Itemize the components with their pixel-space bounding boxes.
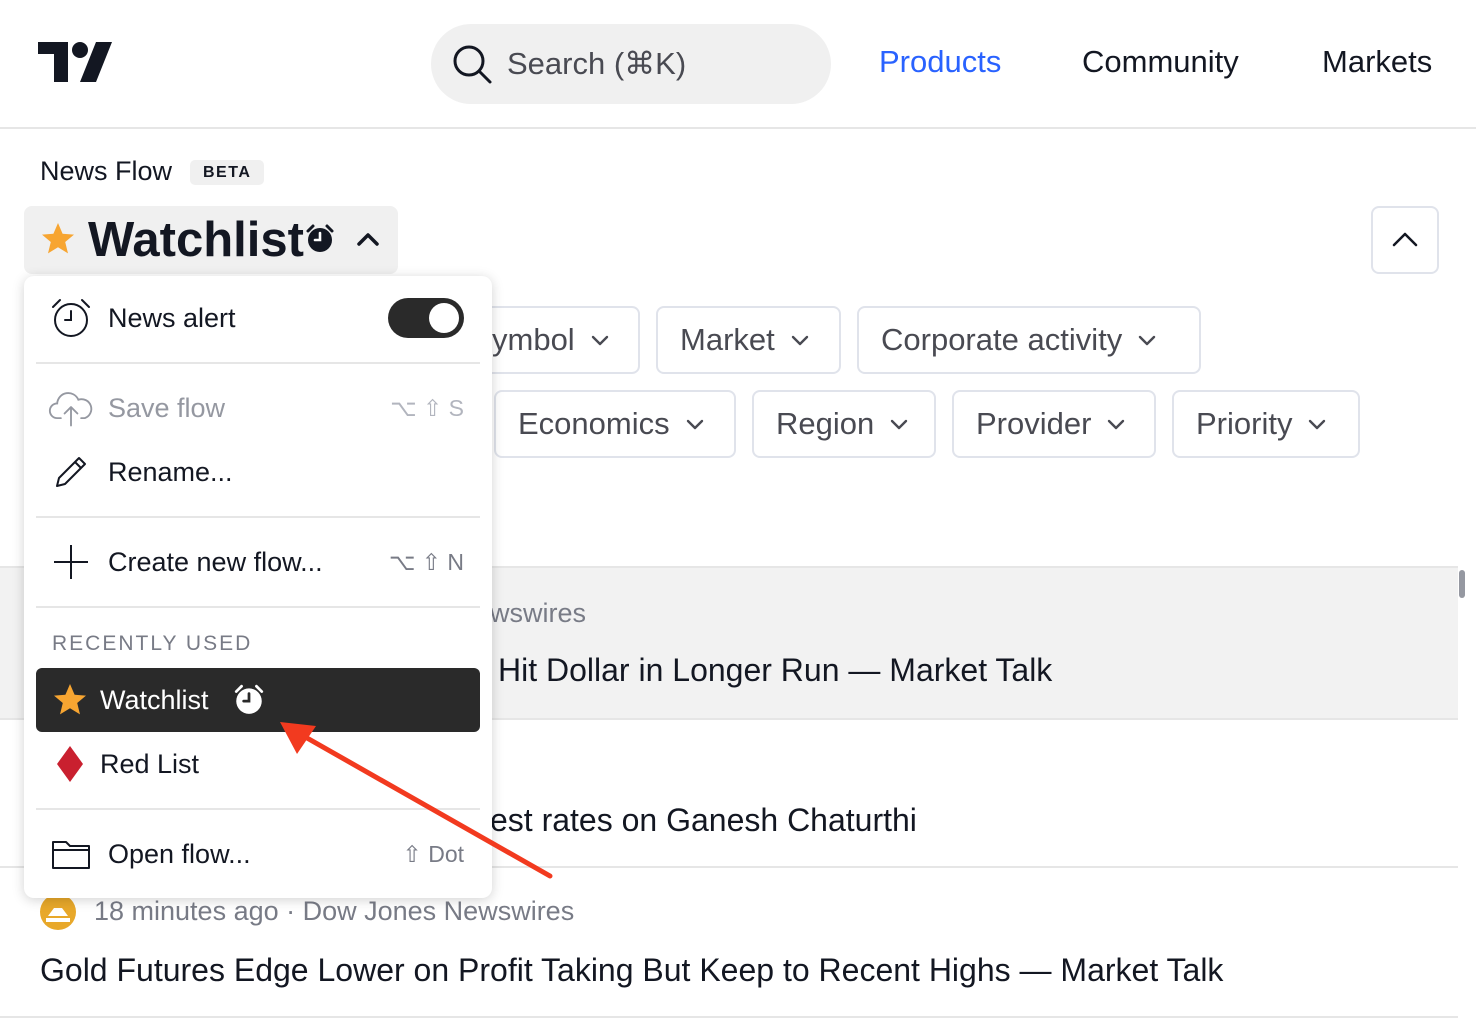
news-alert-toggle[interactable] <box>388 298 464 338</box>
flow-menu: News alert Save flow ⌥ ⇧ S Rename... Cre… <box>24 276 492 898</box>
filter-label: Region <box>776 406 875 441</box>
chevron-down-icon <box>591 335 608 346</box>
search-placeholder: Search (⌘K) <box>507 46 687 81</box>
rename-item[interactable]: Rename... <box>36 442 480 502</box>
recent-flow-red-list[interactable]: Red List <box>36 734 480 794</box>
recent-flow-label: Red List <box>100 748 200 779</box>
filter-label: Economics <box>518 406 670 441</box>
filter-label: Provider <box>976 406 1092 441</box>
menu-divider <box>36 808 480 810</box>
beta-badge: BETA <box>190 160 265 185</box>
news-headline: Gold Futures Edge Lower on Profit Taking… <box>40 952 1224 988</box>
open-flow-label: Open flow... <box>108 838 251 869</box>
plus-icon <box>48 539 94 585</box>
news-alert-item[interactable]: News alert <box>36 288 480 348</box>
chevron-down-icon <box>791 335 808 346</box>
chevron-down-icon <box>1309 419 1326 430</box>
tradingview-logo[interactable] <box>38 42 112 82</box>
collapse-filters-button[interactable] <box>1371 206 1439 274</box>
chevron-up-icon <box>1392 232 1418 247</box>
news-alert-label: News alert <box>108 302 236 333</box>
news-meta: 18 minutes ago · Dow Jones Newswires <box>94 896 575 926</box>
recent-flow-label: Watchlist <box>100 684 209 715</box>
save-flow-label: Save flow <box>108 392 226 423</box>
search-icon <box>453 45 492 84</box>
scrollbar-thumb[interactable] <box>1459 570 1465 598</box>
chevron-up-icon <box>357 233 379 246</box>
pencil-icon <box>48 449 94 495</box>
news-meta: wswires <box>490 598 587 628</box>
news-headline: est rates on Ganesh Chaturthi <box>490 802 917 838</box>
menu-divider <box>36 516 480 518</box>
nav-markets[interactable]: Markets <box>1322 44 1432 80</box>
filter-label: Market <box>680 322 775 357</box>
open-flow-item[interactable]: Open flow... ⇧ Dot <box>36 824 480 884</box>
star-icon <box>42 223 74 254</box>
search-bar[interactable]: Search (⌘K) <box>431 24 831 104</box>
alarm-clock-icon <box>232 682 266 716</box>
filter-corporate-activity[interactable]: Corporate activity <box>857 306 1201 374</box>
filter-market[interactable]: Market <box>656 306 841 374</box>
filter-label: Corporate activity <box>881 322 1123 357</box>
news-headline: Hit Dollar in Longer Run — Market Talk <box>498 652 1053 688</box>
filter-provider[interactable]: Provider <box>952 390 1156 458</box>
filter-priority[interactable]: Priority <box>1172 390 1360 458</box>
dow-jones-logo <box>40 894 76 930</box>
menu-divider <box>36 606 480 608</box>
section-label: News Flow <box>40 156 173 186</box>
rename-label: Rename... <box>108 456 233 487</box>
folder-icon <box>48 831 94 877</box>
chevron-down-icon <box>1139 335 1156 346</box>
alarm-clock-icon <box>306 224 334 252</box>
create-new-flow-shortcut: ⌥ ⇧ N <box>388 548 464 575</box>
recently-used-heading: RECENTLY USED <box>52 632 253 655</box>
diamond-icon <box>48 741 92 787</box>
create-new-flow-item[interactable]: Create new flow... ⌥ ⇧ N <box>36 532 480 592</box>
filter-label: Priority <box>1196 406 1293 441</box>
save-flow-item[interactable]: Save flow ⌥ ⇧ S <box>36 378 480 438</box>
flow-title: Watchlist <box>88 213 304 267</box>
filter-economics[interactable]: Economics <box>494 390 736 458</box>
menu-divider <box>36 362 480 364</box>
filter-label: ymbol <box>492 322 575 357</box>
nav-community[interactable]: Community <box>1082 44 1239 80</box>
cloud-upload-icon <box>48 385 94 431</box>
chevron-down-icon <box>891 419 908 430</box>
filter-symbol[interactable]: ymbol <box>470 306 640 374</box>
filter-region[interactable]: Region <box>752 390 936 458</box>
open-flow-shortcut: ⇧ Dot <box>402 840 464 867</box>
alarm-clock-icon <box>48 295 94 341</box>
chevron-down-icon <box>686 419 703 430</box>
star-icon <box>48 677 92 723</box>
nav-products[interactable]: Products <box>879 44 1001 80</box>
chevron-down-icon <box>1108 419 1125 430</box>
toggle-knob <box>429 303 459 333</box>
top-header: Search (⌘K) Products Community Markets <box>0 0 1476 129</box>
save-flow-shortcut: ⌥ ⇧ S <box>390 394 464 421</box>
recent-flow-watchlist[interactable]: Watchlist <box>36 668 480 732</box>
create-new-flow-label: Create new flow... <box>108 546 323 577</box>
